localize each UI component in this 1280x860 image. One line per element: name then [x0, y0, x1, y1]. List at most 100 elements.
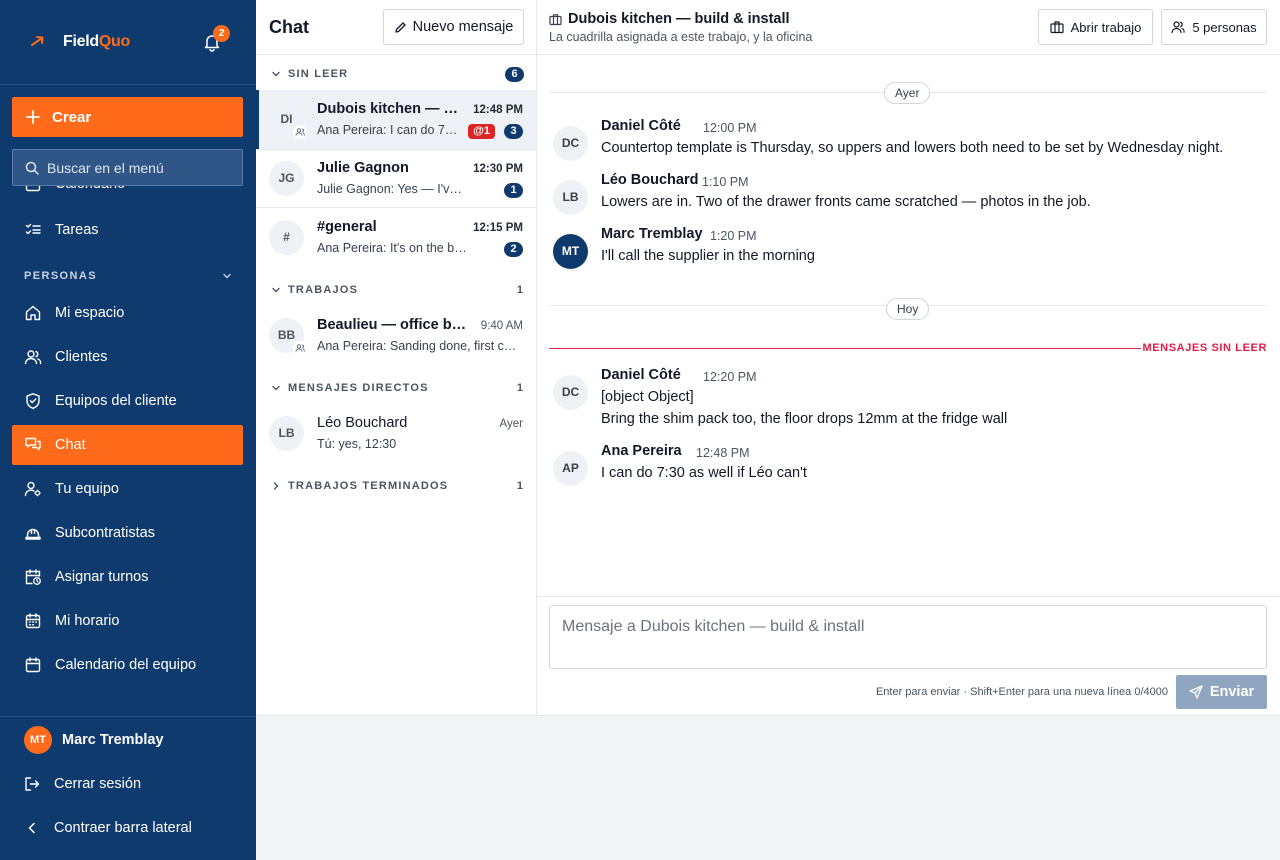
- users-icon: [24, 350, 42, 365]
- conversation-item-beaulieu[interactable]: BB Beaulieu — office buildout 9:40 AM An…: [256, 306, 536, 365]
- sidebar-item-tareas[interactable]: Tareas: [12, 210, 243, 250]
- sidebar-item-label: Chat: [55, 437, 86, 453]
- logout-button[interactable]: Cerrar sesión: [24, 776, 141, 792]
- collapse-sidebar-button[interactable]: Contraer barra lateral: [24, 820, 192, 836]
- notification-badge: 2: [213, 25, 230, 42]
- sidebar-item-label: Tareas: [55, 222, 99, 238]
- sidebar-item-label: Mi espacio: [55, 305, 125, 321]
- new-message-button[interactable]: Nuevo mensaje: [383, 9, 524, 45]
- message-text: I can do 7:30 as well if Léo can't: [601, 465, 807, 481]
- channel-hash-icon: #: [269, 220, 304, 255]
- open-job-button[interactable]: Abrir trabajo: [1038, 9, 1153, 45]
- sidebar-item-label: Calendario del equipo: [55, 657, 197, 673]
- conversation-item-julie-gagnon[interactable]: JG Julie Gagnon 12:30 PM Julie Gagnon: Y…: [256, 149, 536, 208]
- briefcase-icon: [549, 13, 562, 26]
- sidebar-item-asignar-turnos[interactable]: Asignar turnos: [12, 557, 243, 597]
- create-label: Crear: [52, 108, 92, 126]
- avatar: LB: [269, 416, 304, 451]
- group-count: 1: [516, 480, 523, 492]
- message-time: 1:20 PM: [710, 229, 757, 243]
- conversation-item-general[interactable]: # #general 12:15 PM Ana Pereira: It's on…: [256, 208, 536, 267]
- conversation-name: Léo Bouchard: [317, 415, 408, 431]
- sidebar-item-label: Equipos del cliente: [55, 393, 177, 409]
- conversation-item-leo-bouchard[interactable]: LB Léo Bouchard Ayer Tú: yes, 12:30: [256, 404, 536, 463]
- composer-hint-text: Enter para enviar · Shift+Enter para una…: [875, 686, 1132, 698]
- group-mensajes-directos[interactable]: MENSAJES DIRECTOS 1: [256, 378, 537, 398]
- conversation-preview: Ana Pereira: It's on the bench in the sh…: [317, 241, 467, 255]
- conversation-item-dubois[interactable]: DI Dubois kitchen — build & install 12:4…: [256, 90, 536, 149]
- logout-icon: [25, 777, 40, 791]
- people-button[interactable]: 5 personas: [1161, 9, 1267, 45]
- logout-label: Cerrar sesión: [54, 776, 142, 792]
- avatar[interactable]: MT: [24, 726, 52, 754]
- current-user-name[interactable]: Marc Tremblay: [62, 732, 164, 748]
- group-label: MENSAJES DIRECTOS: [288, 382, 429, 394]
- send-icon: [1189, 685, 1203, 699]
- avatar: JG: [269, 161, 304, 196]
- sidebar-item-calendario-del-equipo[interactable]: Calendario del equipo: [12, 645, 243, 685]
- group-label: TRABAJOS: [288, 284, 359, 296]
- group-sin-leer[interactable]: SIN LEER 6: [256, 64, 537, 84]
- tasks-icon: [25, 223, 41, 235]
- chat-header: Dubois kitchen — build & install La cuad…: [537, 0, 1280, 55]
- chevron-left-icon: [28, 822, 35, 834]
- mention-badge: @1: [468, 124, 495, 139]
- avatar: MT: [553, 234, 588, 269]
- group-count: 1: [516, 284, 523, 296]
- avatar: DI: [269, 102, 307, 139]
- create-button[interactable]: Crear: [12, 97, 243, 137]
- avatar: DC: [553, 126, 588, 161]
- sidebar-item-clientes[interactable]: Clientes: [12, 337, 243, 377]
- conversation-name: Beaulieu — office buildout: [317, 317, 467, 333]
- group-label: SIN LEER: [288, 68, 349, 80]
- sidebar: FieldQuo 2 Crear Buscar en el menú Calen…: [0, 0, 256, 860]
- send-label: Enviar: [1209, 684, 1255, 700]
- avatar: BB: [269, 318, 307, 355]
- section-personas[interactable]: PERSONAS: [24, 270, 232, 282]
- avatar: DC: [553, 375, 588, 410]
- message-text: Countertop template is Thursday, so uppe…: [601, 140, 1224, 156]
- chevron-right-icon: [273, 482, 279, 490]
- home-icon: [25, 305, 41, 321]
- conversation-list-header: Chat Nuevo mensaje: [256, 0, 537, 55]
- conversation-name: Dubois kitchen — build & install: [317, 101, 463, 117]
- sidebar-item-label: Tu equipo: [55, 481, 119, 497]
- message-author: Marc Tremblay: [601, 226, 703, 242]
- chevron-down-icon: [223, 273, 231, 279]
- new-message-label: Nuevo mensaje: [412, 19, 514, 35]
- message-text: Lowers are in. Two of the drawer fronts …: [601, 194, 1091, 210]
- sidebar-item-label: Asignar turnos: [55, 569, 149, 585]
- message-time: 1:10 PM: [702, 175, 749, 189]
- sidebar-item-equipos-del-cliente[interactable]: Equipos del cliente: [12, 381, 243, 421]
- group-count: 6: [505, 66, 524, 82]
- group-trabajos-terminados[interactable]: TRABAJOS TERMINADOS 1: [256, 476, 537, 496]
- conversation-preview: Ana Pereira: Sanding done, first coat to…: [317, 339, 523, 353]
- menu-search-placeholder: Buscar en el menú: [47, 159, 164, 176]
- open-job-label: Abrir trabajo: [1070, 19, 1142, 35]
- chevron-down-icon: [272, 71, 280, 77]
- sidebar-item-label: Clientes: [55, 349, 108, 365]
- sidebar-item-mi-horario[interactable]: Mi horario: [12, 601, 243, 641]
- message-input[interactable]: Mensaje a Dubois kitchen — build & insta…: [549, 605, 1267, 669]
- conversation-list: Chat Nuevo mensaje SIN LEER 6 DI Dubois …: [256, 0, 537, 716]
- chat-title: Dubois kitchen — build & install: [568, 11, 790, 27]
- sidebar-item-tu-equipo[interactable]: Tu equipo: [12, 469, 243, 509]
- sidebar-item-subcontratistas[interactable]: Subcontratistas: [12, 513, 243, 553]
- message-text: Bring the shim pack too, the floor drops…: [601, 411, 1008, 427]
- group-icon: [293, 125, 307, 139]
- conversation-preview: Ana Pereira: I can do 7:30 as well if Lé…: [317, 123, 459, 137]
- message-author: Daniel Côté: [601, 118, 681, 134]
- avatar: LB: [553, 180, 588, 215]
- send-button[interactable]: Enviar: [1176, 675, 1267, 709]
- sidebar-item-mi-espacio[interactable]: Mi espacio: [12, 293, 243, 333]
- calendar-icon: [25, 613, 41, 629]
- menu-search-input[interactable]: Buscar en el menú: [12, 149, 243, 186]
- group-count: 1: [516, 382, 523, 394]
- sidebar-item-chat[interactable]: Chat: [12, 425, 243, 465]
- section-label: PERSONAS: [24, 270, 97, 282]
- chat-icon: [25, 437, 41, 451]
- group-trabajos[interactable]: TRABAJOS 1: [256, 280, 537, 300]
- message-text: I'll call the supplier in the morning: [601, 248, 815, 264]
- unread-badge: 2: [504, 242, 523, 257]
- brand-name[interactable]: FieldQuo: [63, 33, 130, 51]
